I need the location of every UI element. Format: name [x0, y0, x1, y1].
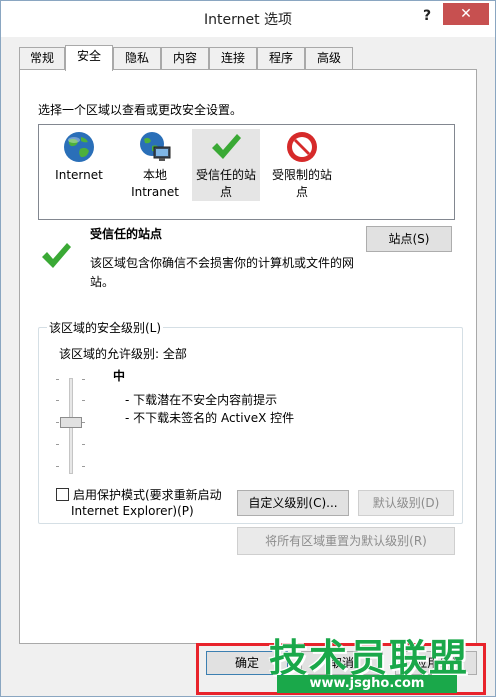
zone-select-prompt: 选择一个区域以查看或更改安全设置。: [38, 103, 243, 117]
slider-tick: [56, 444, 59, 445]
tab-security[interactable]: 安全: [65, 45, 113, 71]
watermark-url: www.jsgho.com: [277, 675, 457, 693]
globe-icon: [64, 132, 94, 162]
zone-restricted-sites-label-2: 点: [295, 185, 308, 199]
help-button[interactable]: ?: [413, 5, 441, 27]
default-level-button[interactable]: 默认级别(D): [358, 490, 454, 516]
selected-zone-title: 受信任的站点: [90, 227, 163, 241]
protected-mode-label-1: 启用保护模式(要求重新启动: [73, 488, 222, 502]
security-level-name: 中: [113, 369, 126, 383]
sites-button[interactable]: 站点(S): [366, 226, 452, 252]
slider-tick: [56, 466, 59, 467]
security-level-group: 该区域的安全级别(L) 该区域的允许级别: 全部 中 - 下载潜在不安全内容前提…: [38, 319, 463, 524]
watermark-logo-text: 技术员联盟: [269, 636, 470, 680]
intranet-icon: [140, 132, 171, 161]
zone-restricted-sites[interactable]: 受限制的站 点: [268, 129, 336, 201]
slider-tick: [56, 379, 59, 380]
tab-general[interactable]: 常规: [19, 47, 65, 69]
custom-level-button[interactable]: 自定义级别(C)...: [237, 490, 349, 516]
security-panel: 选择一个区域以查看或更改安全设置。 Internet 本地 Intranet 受…: [19, 69, 477, 644]
zone-restricted-sites-label-1: 受限制的站: [271, 168, 332, 182]
allowed-level-text: 该区域的允许级别: 全部: [59, 347, 187, 361]
slider-tick: [82, 466, 85, 467]
security-level-group-label: 该区域的安全级别(L): [47, 319, 164, 336]
tab-advanced[interactable]: 高级: [305, 47, 353, 69]
zone-trusted-sites-label-2: 点: [219, 185, 232, 199]
slider-tick: [82, 422, 85, 423]
reset-all-zones-button[interactable]: 将所有区域重置为默认级别(R): [237, 527, 455, 555]
level-bullet-2: - 不下载未签名的 ActiveX 控件: [125, 411, 295, 425]
slider-tick: [82, 379, 85, 380]
title-bar[interactable]: Internet 选项 ? ✕: [1, 1, 495, 37]
tab-privacy[interactable]: 隐私: [113, 47, 161, 69]
protected-mode-label-2: Internet Explorer)(P): [71, 504, 194, 518]
zone-local-intranet-label-1: 本地: [142, 168, 167, 182]
zone-internet[interactable]: Internet: [45, 129, 113, 184]
tab-programs[interactable]: 程序: [257, 47, 305, 69]
level-bullet-1: - 下载潜在不安全内容前提示: [125, 393, 278, 407]
slider-tick: [56, 400, 59, 401]
zone-internet-label: Internet: [55, 168, 103, 182]
tab-content[interactable]: 内容: [161, 47, 209, 69]
protected-mode-checkbox[interactable]: [56, 488, 69, 501]
trusted-checkmark-icon: [42, 243, 71, 268]
security-level-slider-thumb[interactable]: [60, 417, 82, 428]
tab-connections[interactable]: 连接: [209, 47, 257, 69]
zone-trusted-sites[interactable]: 受信任的站 点: [192, 129, 260, 201]
zone-list[interactable]: Internet 本地 Intranet 受信任的站 点 受限制的站 点: [38, 124, 455, 220]
selected-zone-description-2: 站。: [90, 275, 115, 289]
selected-zone-description-1: 该区域包含你确信不会损害你的计算机或文件的网: [90, 256, 355, 270]
zone-local-intranet[interactable]: 本地 Intranet: [121, 129, 189, 201]
zone-trusted-sites-label-1: 受信任的站: [195, 168, 256, 182]
internet-options-window: Internet 选项 ? ✕ 常规 安全 隐私 内容 连接 程序 高级 选择一…: [0, 0, 496, 697]
slider-tick: [82, 400, 85, 401]
checkmark-icon: [212, 134, 241, 159]
no-entry-icon: [287, 132, 317, 162]
close-button[interactable]: ✕: [443, 3, 489, 25]
slider-tick: [82, 444, 85, 445]
zone-local-intranet-label-2: Intranet: [131, 185, 179, 199]
slider-tick: [56, 422, 59, 423]
